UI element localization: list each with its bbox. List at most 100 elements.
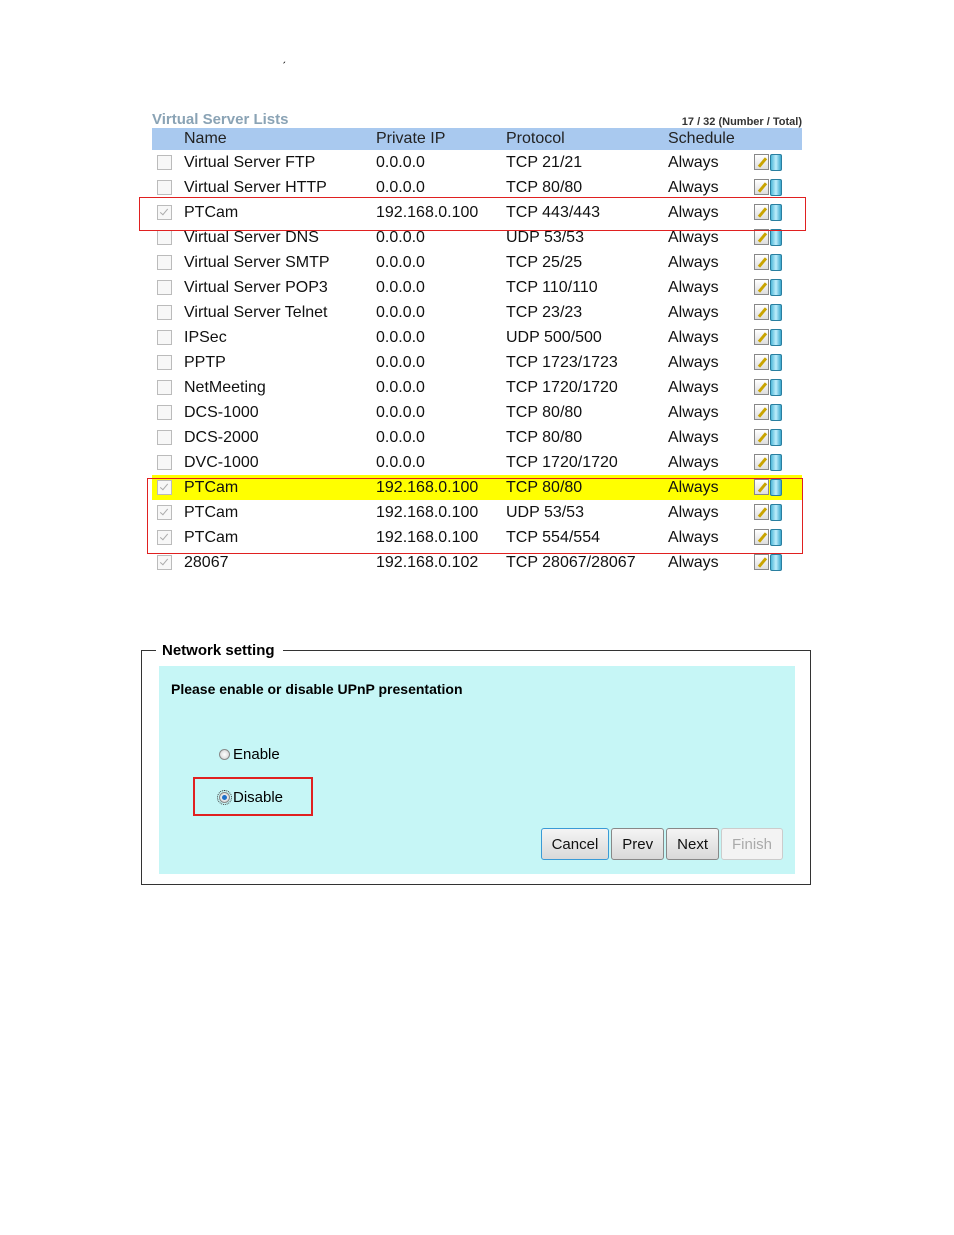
row-schedule: Always [668, 203, 719, 221]
trash-icon[interactable] [770, 428, 782, 446]
row-checkbox[interactable] [157, 279, 172, 295]
edit-icon[interactable] [754, 328, 769, 345]
row-checkbox[interactable] [157, 154, 172, 170]
row-private-ip: 0.0.0.0 [376, 328, 425, 346]
trash-icon[interactable] [770, 403, 782, 421]
edit-icon[interactable] [754, 178, 769, 195]
row-private-ip: 192.168.0.100 [376, 528, 479, 546]
row-checkbox[interactable] [157, 404, 172, 420]
edit-icon[interactable] [754, 478, 769, 495]
enable-radio[interactable] [219, 749, 230, 760]
table-row: DCS-2000 0.0.0.0 TCP 80/80 Always [152, 425, 802, 450]
disable-radio[interactable] [217, 790, 232, 805]
row-select-cell [152, 325, 184, 350]
table-row: NetMeeting 0.0.0.0 TCP 1720/1720 Always [152, 375, 802, 400]
trash-icon[interactable] [770, 278, 782, 296]
enable-option[interactable]: Enable [219, 746, 280, 763]
virtual-server-list: Virtual Server Lists 17 / 32 (Number / T… [152, 106, 802, 575]
edit-icon[interactable] [754, 253, 769, 270]
table-row: Virtual Server POP3 0.0.0.0 TCP 110/110 Alw… [152, 275, 802, 300]
row-checkbox[interactable] [157, 204, 172, 220]
row-protocol: UDP 53/53 [506, 503, 584, 521]
edit-icon[interactable] [754, 453, 769, 470]
trash-icon[interactable] [770, 303, 782, 321]
trash-icon[interactable] [770, 378, 782, 396]
next-button[interactable]: Next [666, 828, 719, 860]
trash-icon[interactable] [770, 253, 782, 271]
trash-icon[interactable] [770, 153, 782, 171]
row-checkbox[interactable] [157, 529, 172, 545]
row-name: Virtual Server DNS [184, 228, 319, 246]
edit-icon[interactable] [754, 228, 769, 245]
row-private-ip: 0.0.0.0 [376, 153, 425, 171]
row-private-ip: 192.168.0.100 [376, 475, 506, 500]
edit-icon[interactable] [754, 353, 769, 370]
upnp-prompt: Please enable or disable UPnP presentati… [171, 681, 463, 697]
row-checkbox[interactable] [157, 179, 172, 195]
cancel-button[interactable]: Cancel [540, 828, 610, 860]
edit-icon[interactable] [754, 428, 769, 445]
enable-label: Enable [233, 746, 280, 763]
virtual-server-table: Name Private IP Protocol Schedule Virtua… [152, 128, 802, 575]
table-row: Virtual Server Telnet 0.0.0.0 TCP 23/23 Alw… [152, 300, 802, 325]
row-checkbox[interactable] [157, 379, 172, 395]
trash-icon[interactable] [770, 203, 782, 221]
row-select-cell [152, 525, 184, 550]
row-private-ip: 0.0.0.0 [376, 228, 425, 246]
edit-icon[interactable] [754, 378, 769, 395]
row-select-cell [152, 400, 184, 425]
row-checkbox[interactable] [157, 429, 172, 445]
row-name: Virtual Server FTP [184, 153, 316, 171]
row-checkbox[interactable] [157, 304, 172, 320]
edit-icon[interactable] [754, 403, 769, 420]
row-name: DCS-1000 [184, 403, 259, 421]
row-actions [754, 250, 802, 275]
trash-icon[interactable] [770, 353, 782, 371]
entry-count: 17 / 32 (Number / Total) [681, 116, 802, 128]
edit-icon[interactable] [754, 503, 769, 520]
row-schedule: Always [668, 503, 719, 521]
table-row: IPSec 0.0.0.0 UDP 500/500 Always [152, 325, 802, 350]
trash-icon[interactable] [770, 503, 782, 521]
edit-icon[interactable] [754, 278, 769, 295]
row-checkbox[interactable] [157, 354, 172, 370]
row-schedule: Always [668, 278, 719, 296]
trash-icon[interactable] [770, 228, 782, 246]
trash-icon[interactable] [770, 328, 782, 346]
row-protocol: TCP 23/23 [506, 303, 583, 321]
upnp-panel: Please enable or disable UPnP presentati… [159, 666, 795, 874]
disable-option[interactable]: Disable [217, 789, 283, 806]
row-checkbox[interactable] [157, 479, 172, 495]
edit-icon[interactable] [754, 203, 769, 220]
row-checkbox[interactable] [157, 229, 172, 245]
section-title: Virtual Server Lists [152, 111, 289, 128]
edit-icon[interactable] [754, 153, 769, 170]
finish-button[interactable]: Finish [720, 828, 783, 860]
row-private-ip: 0.0.0.0 [376, 278, 425, 296]
row-schedule: Always [668, 153, 719, 171]
row-actions [754, 225, 802, 250]
trash-icon[interactable] [770, 478, 782, 496]
row-protocol: UDP 53/53 [506, 228, 584, 246]
trash-icon[interactable] [770, 453, 782, 471]
edit-icon[interactable] [754, 303, 769, 320]
trash-icon[interactable] [770, 528, 782, 546]
row-checkbox[interactable] [157, 554, 172, 570]
row-private-ip: 0.0.0.0 [376, 353, 425, 371]
row-private-ip: 192.168.0.102 [376, 553, 479, 571]
row-schedule: Always [668, 303, 719, 321]
row-checkbox[interactable] [157, 329, 172, 345]
trash-icon[interactable] [770, 178, 782, 196]
row-checkbox[interactable] [157, 254, 172, 270]
row-checkbox[interactable] [157, 454, 172, 470]
edit-icon[interactable] [754, 553, 769, 570]
row-protocol: TCP 1720/1720 [506, 378, 618, 396]
table-row: Virtual Server FTP 0.0.0.0 TCP 21/21 Always [152, 150, 802, 175]
row-schedule: Always [668, 453, 719, 471]
table-row: Virtual Server SMTP 0.0.0.0 TCP 25/25 Alway… [152, 250, 802, 275]
row-protocol: TCP 1720/1720 [506, 453, 618, 471]
prev-button[interactable]: Prev [611, 828, 665, 860]
edit-icon[interactable] [754, 528, 769, 545]
row-checkbox[interactable] [157, 504, 172, 520]
trash-icon[interactable] [770, 553, 782, 571]
